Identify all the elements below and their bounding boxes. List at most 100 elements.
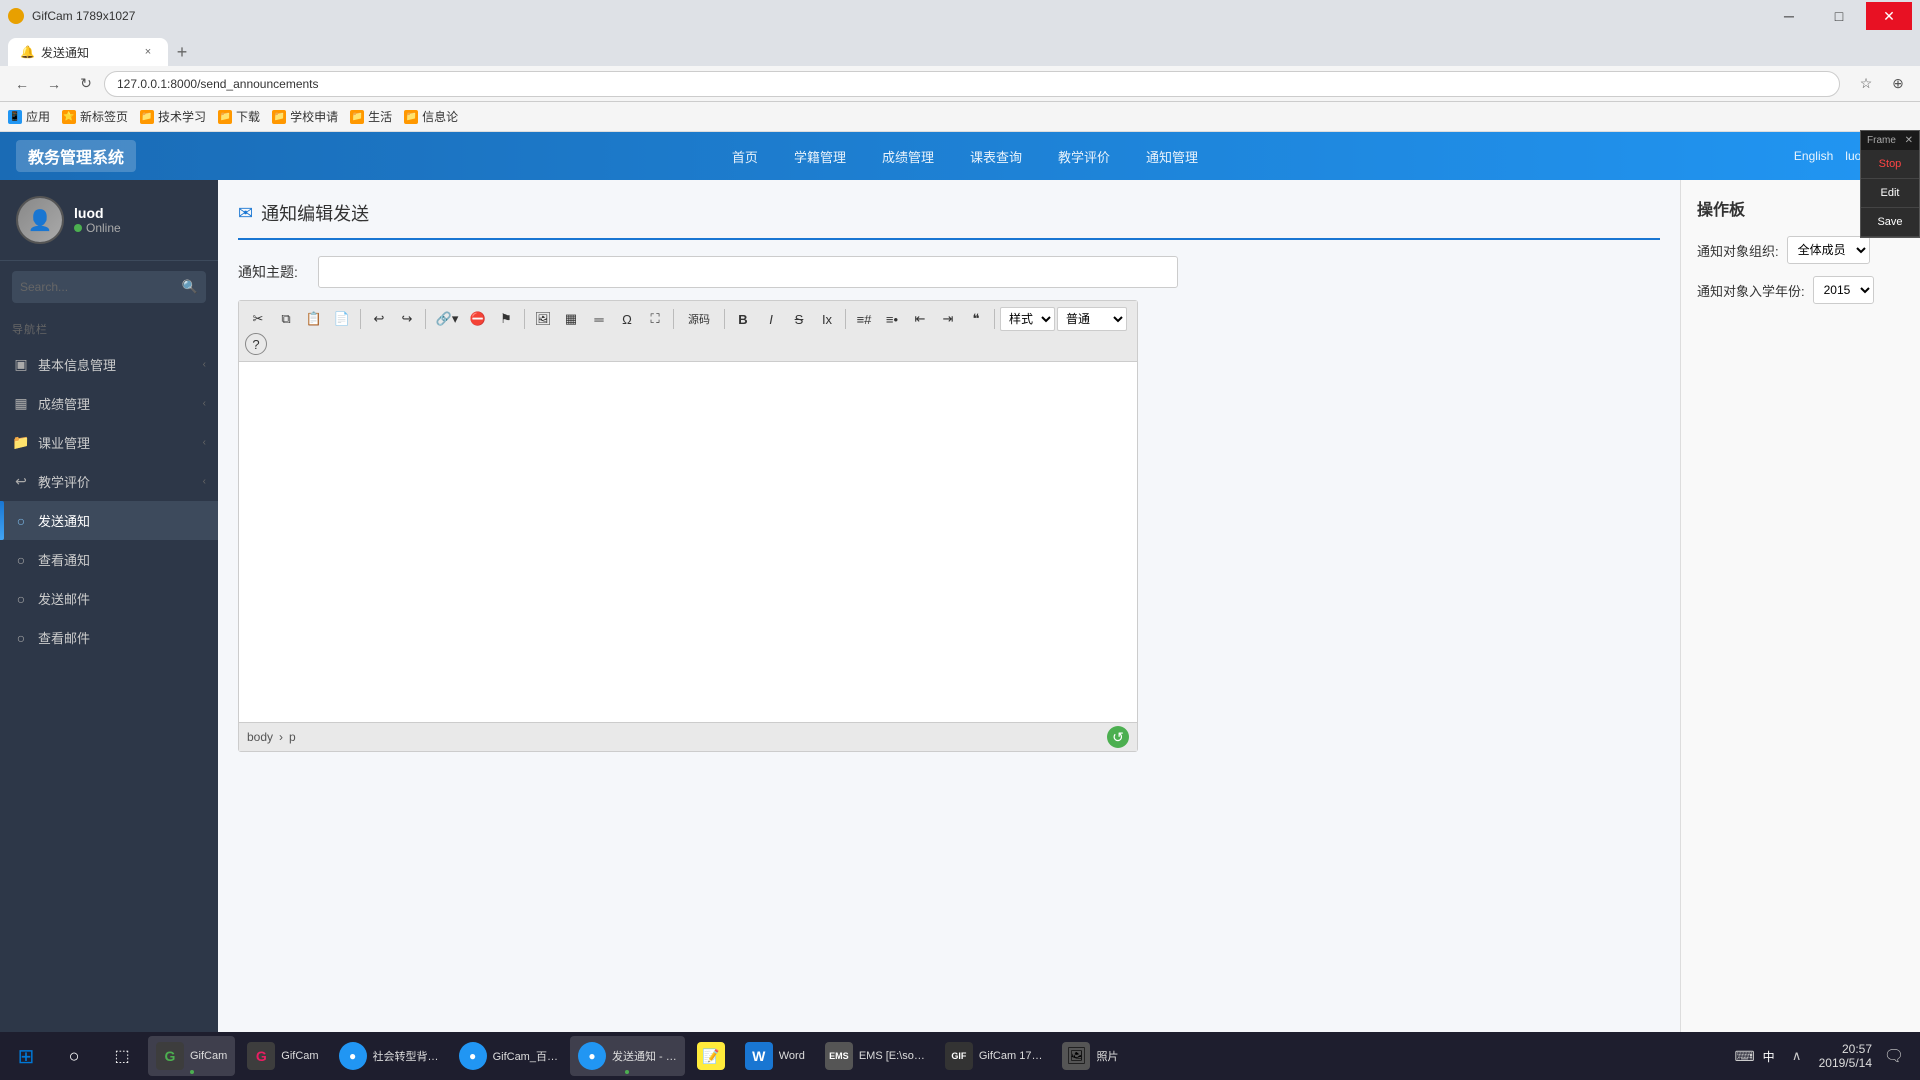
sep-2 <box>425 309 426 329</box>
taskbar-app-chrome2[interactable]: ● GifCam_百… <box>451 1036 566 1076</box>
back-button[interactable]: ← <box>8 70 36 98</box>
sidebar-item-view-notice[interactable]: ○ 查看通知 <box>0 540 218 579</box>
editor-body[interactable] <box>239 362 1137 722</box>
nav-notice[interactable]: 通知管理 <box>1138 143 1206 170</box>
nav-eval[interactable]: 教学评价 <box>1050 143 1118 170</box>
browser-tab[interactable]: 🔔 发送通知 × <box>8 38 168 66</box>
gifcam-save-button[interactable]: Save <box>1861 208 1919 237</box>
address-bar[interactable]: 127.0.0.1:8000/send_announcements <box>104 71 1840 97</box>
unordered-list-button[interactable]: ≡• <box>879 307 905 331</box>
notification-icon[interactable]: ∧ <box>1783 1042 1811 1070</box>
cut-button[interactable]: ✂ <box>245 307 271 331</box>
nav-home[interactable]: 首页 <box>724 143 766 170</box>
bookmark-apps[interactable]: 📱 应用 <box>8 108 50 125</box>
task-view-button[interactable]: ⬚ <box>100 1034 144 1078</box>
undo-button[interactable]: ↩ <box>366 307 392 331</box>
refresh-button[interactable]: ↻ <box>72 70 100 98</box>
help-button[interactable]: ? <box>245 333 267 355</box>
new-tab-button[interactable]: + <box>168 38 196 66</box>
gifcam-stop-button[interactable]: Stop <box>1861 150 1919 179</box>
special-char-button[interactable]: Ω <box>614 307 640 331</box>
redo-button[interactable]: ↪ <box>394 307 420 331</box>
language-switcher[interactable]: English <box>1794 149 1833 163</box>
bookmark-tech[interactable]: 📁 技术学习 <box>140 108 206 125</box>
search-wrap[interactable]: 🔍 <box>12 271 206 303</box>
indent-button[interactable]: ⇥ <box>935 307 961 331</box>
fullscreen-button[interactable]: ⛶ <box>642 307 668 331</box>
cortana-button[interactable]: ○ <box>52 1034 96 1078</box>
nav-student[interactable]: 学籍管理 <box>786 143 854 170</box>
maximize-button[interactable]: □ <box>1816 2 1862 30</box>
target-year-select[interactable]: 2015 2016 2017 2018 <box>1813 276 1874 304</box>
search-input[interactable] <box>20 280 182 294</box>
taskbar-app-word[interactable]: W Word <box>737 1036 813 1076</box>
unlink-button[interactable]: ⛔ <box>465 307 491 331</box>
font-dropdown[interactable]: 普通 <box>1057 307 1127 331</box>
arrow-icon-3: ‹ <box>203 437 206 448</box>
star-button[interactable]: ☆ <box>1852 70 1880 98</box>
nav-grades[interactable]: 成绩管理 <box>874 143 942 170</box>
strikethrough-button[interactable]: S <box>786 307 812 331</box>
sidebar-item-grades[interactable]: ▦ 成绩管理 ‹ <box>0 384 218 423</box>
taskbar-app-chrome3[interactable]: ● 发送通知 - … <box>570 1036 685 1076</box>
taskbar-app-gifcam2[interactable]: G GifCam <box>239 1036 326 1076</box>
target-group-select[interactable]: 全体成员 学生 教师 <box>1787 236 1870 264</box>
bookmark-life[interactable]: 📁 生活 <box>350 108 392 125</box>
school-icon: 📁 <box>272 110 286 124</box>
taskbar-app-stickynotes[interactable]: 📝 <box>689 1036 733 1076</box>
gifcam-close[interactable]: ✕ <box>1905 135 1913 146</box>
gifcam2-icon: G <box>247 1042 275 1070</box>
horizontal-rule-button[interactable]: ═ <box>586 307 612 331</box>
ordered-list-button[interactable]: ≡# <box>851 307 877 331</box>
clear-format-button[interactable]: Ix <box>814 307 840 331</box>
close-button[interactable]: ✕ <box>1866 2 1912 30</box>
bookmark-newtab[interactable]: ⭐ 新标签页 <box>62 108 128 125</box>
image-button[interactable]: 🖼 <box>530 307 556 331</box>
sidebar-item-eval[interactable]: ↩ 教学评价 ‹ <box>0 462 218 501</box>
source-button[interactable]: 源码 <box>679 307 719 331</box>
sidebar-item-send-notice[interactable]: ○ 发送通知 <box>0 501 218 540</box>
gifcam-edit-button[interactable]: Edit <box>1861 179 1919 208</box>
outdent-button[interactable]: ⇤ <box>907 307 933 331</box>
sidebar-item-basic-info[interactable]: ▣ 基本信息管理 ‹ <box>0 345 218 384</box>
download-icon: 📁 <box>218 110 232 124</box>
italic-button[interactable]: I <box>758 307 784 331</box>
taskbar-right: ⌨ 中 ∧ 20:57 2019/5/14 🗨 <box>1735 1042 1916 1070</box>
bookmark-school[interactable]: 📁 学校申请 <box>272 108 338 125</box>
sidebar-item-courses[interactable]: 📁 课业管理 ‹ <box>0 423 218 462</box>
action-center-button[interactable]: 🗨 <box>1880 1042 1908 1070</box>
bookmark-info[interactable]: 📁 信息论 <box>404 108 458 125</box>
minimize-button[interactable]: ─ <box>1766 2 1812 30</box>
system-clock[interactable]: 20:57 2019/5/14 <box>1819 1042 1872 1070</box>
sidebar-item-view-email[interactable]: ○ 查看邮件 <box>0 618 218 657</box>
taskbar-app-gifcam3[interactable]: GIF GifCam 17… <box>937 1036 1051 1076</box>
bold-button[interactable]: B <box>730 307 756 331</box>
taskbar-app-chrome1[interactable]: ● 社会转型背… <box>331 1036 447 1076</box>
forward-button[interactable]: → <box>40 70 68 98</box>
taskbar-app-gifcam1[interactable]: G GifCam <box>148 1036 235 1076</box>
view-email-icon: ○ <box>12 629 30 647</box>
copy-button[interactable]: ⧉ <box>273 307 299 331</box>
taskbar: ⊞ ○ ⬚ G GifCam G GifCam ● 社会转型背… <box>0 1032 1920 1080</box>
bookmark-download[interactable]: 📁 下载 <box>218 108 260 125</box>
paste-button[interactable]: 📋 <box>301 307 327 331</box>
taskbar-app-ems[interactable]: EMS EMS [E:\so… <box>817 1036 933 1076</box>
nav-schedule[interactable]: 课表查询 <box>962 143 1030 170</box>
link-button[interactable]: 🔗▾ <box>431 307 463 331</box>
anchor-button[interactable]: ⚑ <box>493 307 519 331</box>
editor-refresh-button[interactable]: ↺ <box>1107 726 1129 748</box>
paste-plain-button[interactable]: 📄 <box>329 307 355 331</box>
subject-input[interactable] <box>318 256 1178 288</box>
editor-status: body › p <box>247 730 296 744</box>
blockquote-button[interactable]: ❝ <box>963 307 989 331</box>
ime-icon[interactable]: 中 <box>1759 1046 1779 1066</box>
send-notice-icon: ○ <box>12 512 30 530</box>
sidebar-item-send-email[interactable]: ○ 发送邮件 <box>0 579 218 618</box>
taskbar-app-photos[interactable]: 🖼 照片 <box>1054 1036 1126 1076</box>
gifcam-title-text: Frame <box>1867 135 1896 146</box>
start-button[interactable]: ⊞ <box>4 1034 48 1078</box>
tab-close-button[interactable]: × <box>140 44 156 60</box>
extension-button[interactable]: ⊕ <box>1884 70 1912 98</box>
table-button[interactable]: ▦ <box>558 307 584 331</box>
style-dropdown[interactable]: 样式 <box>1000 307 1055 331</box>
